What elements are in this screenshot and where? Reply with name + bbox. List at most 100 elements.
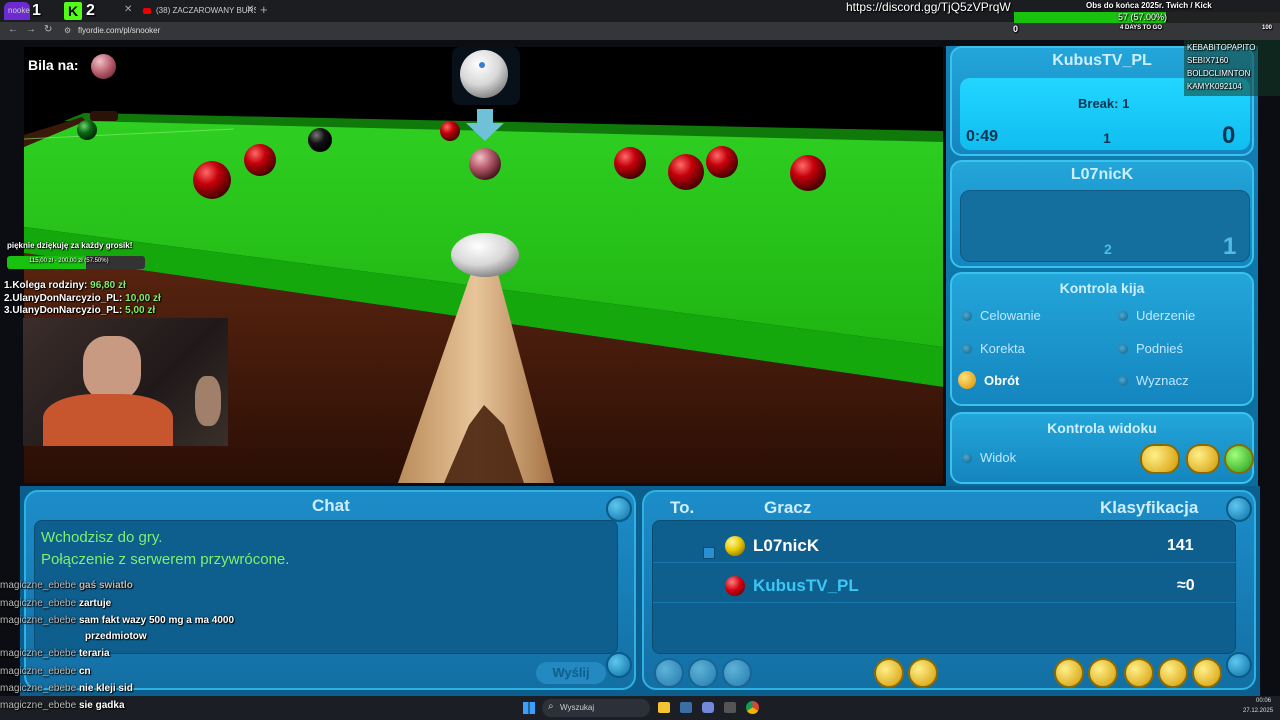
goal-title: Obs do końca 2025r. Twich / Kick [1086, 1, 1212, 10]
ranking-panel: To. Gracz Klasyfikacja L07nicK 141 Kubus… [642, 490, 1256, 690]
col-player: Gracz [764, 498, 812, 517]
donation-thanks: pięknie dziękuję za każdy grosik! [7, 241, 133, 250]
cue-control-title: Kontrola kija [1059, 280, 1145, 296]
url-field[interactable]: flyordie.com/pl/snooker [78, 26, 160, 35]
kick-count-1: 1 [32, 2, 41, 19]
goal-progress-bar: 57 (57.00%) [1014, 12, 1280, 23]
search-icon: ⌕ [548, 701, 554, 712]
send-button[interactable]: Wyślij [536, 662, 606, 684]
donation-progress-bar: 115,00 zł - 200,00 zł (57.50%) [7, 256, 145, 269]
app-icon[interactable] [680, 702, 692, 713]
chat-user: magiczne_ebebe [0, 683, 77, 694]
chat-msg: teraria [78, 648, 110, 659]
stream-chat-line: magiczne_ebebe gaś swiatlo [0, 580, 133, 591]
tab-youtube[interactable]: (38) ZACZAROWANY BURŚ [138, 2, 256, 20]
back-icon[interactable]: ← [8, 24, 18, 35]
chat-scroll-up-icon[interactable] [606, 496, 632, 522]
tab-close-icon-2[interactable]: ✕ [246, 4, 254, 15]
player-name: L07nicK [753, 536, 820, 555]
ranking-scroll-down-icon[interactable] [1226, 652, 1252, 678]
viewer-name: KEBABITOPAPITO [1187, 43, 1256, 52]
clock-date: 27.12.2025 [1243, 708, 1274, 714]
days-to-go: 4 DAYS TO GO [1120, 25, 1163, 31]
discord-link: https://discord.gg/TjQ5zVPrqW [846, 0, 1011, 14]
tab-youtube-label: (38) ZACZAROWANY BURŚ [156, 6, 256, 15]
donor-name: 1.Kolega rodziny: [4, 280, 88, 291]
donor-name: 3.UlanyDonNarcyzio_PL: [4, 305, 123, 316]
chat-user: magiczne_ebebe [0, 580, 77, 591]
cue-option-obrot[interactable]: Obrót [958, 371, 1020, 389]
zoom-in-icon[interactable] [1140, 444, 1180, 474]
forward-icon[interactable]: → [26, 24, 36, 35]
ranking-scroll-up-icon[interactable] [1226, 496, 1252, 522]
bottom-panels: Chat Wchodzisz do gry. Połączenie z serw… [20, 486, 1260, 696]
ball-on-pink-icon [91, 54, 116, 79]
player-rank: ≈0 [1177, 577, 1195, 594]
chat-msg: sam fakt wazy 500 mg a ma 4000 [78, 615, 235, 626]
ranking-list: L07nicK 141 KubusTV_PL ≈0 [652, 520, 1237, 654]
exit-icon[interactable] [1192, 658, 1222, 688]
stream-chat-line: magiczne_ebebe cn [0, 666, 91, 677]
player1-score: 0 [1222, 122, 1236, 149]
table-row[interactable]: KubusTV_PL ≈0 [653, 569, 1237, 603]
ball-red-icon [725, 576, 745, 596]
chrome-icon[interactable] [746, 701, 759, 714]
kick-logo-icon: K [64, 2, 82, 20]
chat-user: magiczne_ebebe [0, 648, 77, 659]
tab-close-icon[interactable]: ✕ [124, 4, 132, 15]
cue-option-celowanie[interactable]: Celowanie [962, 308, 1041, 323]
webcam-feed [23, 318, 228, 446]
table-row[interactable]: L07nicK 141 [653, 529, 1237, 563]
cue-option-wyznacz[interactable]: Wyznacz [1118, 373, 1189, 388]
view-control-title: Kontrola widoku [1047, 420, 1157, 436]
cue-option-uderzenie[interactable]: Uderzenie [1118, 308, 1195, 323]
chat-message: Wchodzisz do gry. [41, 529, 163, 546]
camera-up-icon[interactable] [1224, 444, 1254, 474]
chat-msg: gaś swiatlo [78, 580, 133, 591]
tab-snooker-label: nooker [8, 6, 30, 15]
radio-icon [962, 452, 972, 463]
goal-progress-text: 57 (57.00%) [1118, 12, 1168, 22]
stream-chat-line: przedmiotow [85, 631, 147, 642]
kick-count-2: 2 [86, 2, 95, 19]
settings-icon[interactable] [874, 658, 904, 688]
windows-start-icon[interactable] [523, 702, 535, 714]
info-icon[interactable] [722, 658, 752, 688]
cue-option-korekta[interactable]: Korekta [962, 341, 1025, 356]
file-explorer-icon[interactable] [658, 702, 670, 713]
cue-option-label: Obrót [984, 372, 1020, 388]
taskbar-search[interactable]: ⌕ Wyszukaj [542, 699, 650, 717]
new-tab-button[interactable]: + [260, 2, 268, 17]
donor-2: 2.UlanyDonNarcyzio_PL: 10,00 zł [4, 293, 161, 304]
chat-msg: przedmiotow [85, 631, 147, 642]
second-person-figure [195, 376, 221, 426]
streamer-figure [83, 336, 141, 400]
app-icon-2[interactable] [724, 702, 736, 713]
help-icon[interactable] [1158, 658, 1188, 688]
trophy-icon[interactable] [1088, 658, 1118, 688]
chat-scroll-down-icon[interactable] [606, 652, 632, 678]
block-icon[interactable] [654, 658, 684, 688]
view-option[interactable]: Widok [962, 450, 1016, 465]
reload-icon[interactable]: ↻ [44, 24, 52, 35]
radio-icon [1118, 343, 1128, 354]
site-info-icon[interactable]: ⚙ [64, 26, 71, 35]
profile-icon[interactable] [688, 658, 718, 688]
chat-user: magiczne_ebebe [0, 615, 77, 626]
viewer-name: BOLDCLIMNTON [1187, 69, 1251, 78]
discord-icon[interactable] [702, 702, 714, 713]
rooms-icon[interactable] [1054, 658, 1084, 688]
stream-chat-line: magiczne_ebebe sam fakt wazy 500 mg a ma… [0, 615, 234, 626]
donor-name: 2.UlanyDonNarcyzio_PL: [4, 293, 123, 304]
rotate-view-icon[interactable] [1186, 444, 1220, 474]
chat-msg: zartuje [78, 598, 112, 609]
sound-icon[interactable] [908, 658, 938, 688]
chat-bubble-icon[interactable] [1124, 658, 1154, 688]
cue-option-podnies[interactable]: Podnieś [1118, 341, 1183, 356]
donor-3: 3.UlanyDonNarcyzio_PL: 5,00 zł [4, 305, 155, 316]
goal-left-value: 0 [1013, 24, 1019, 34]
ball-yellow-icon [725, 536, 745, 556]
tab-snooker[interactable]: nooker [4, 2, 30, 20]
goal-right-value: 100 [1262, 25, 1273, 31]
cue-option-label: Wyznacz [1136, 373, 1189, 388]
